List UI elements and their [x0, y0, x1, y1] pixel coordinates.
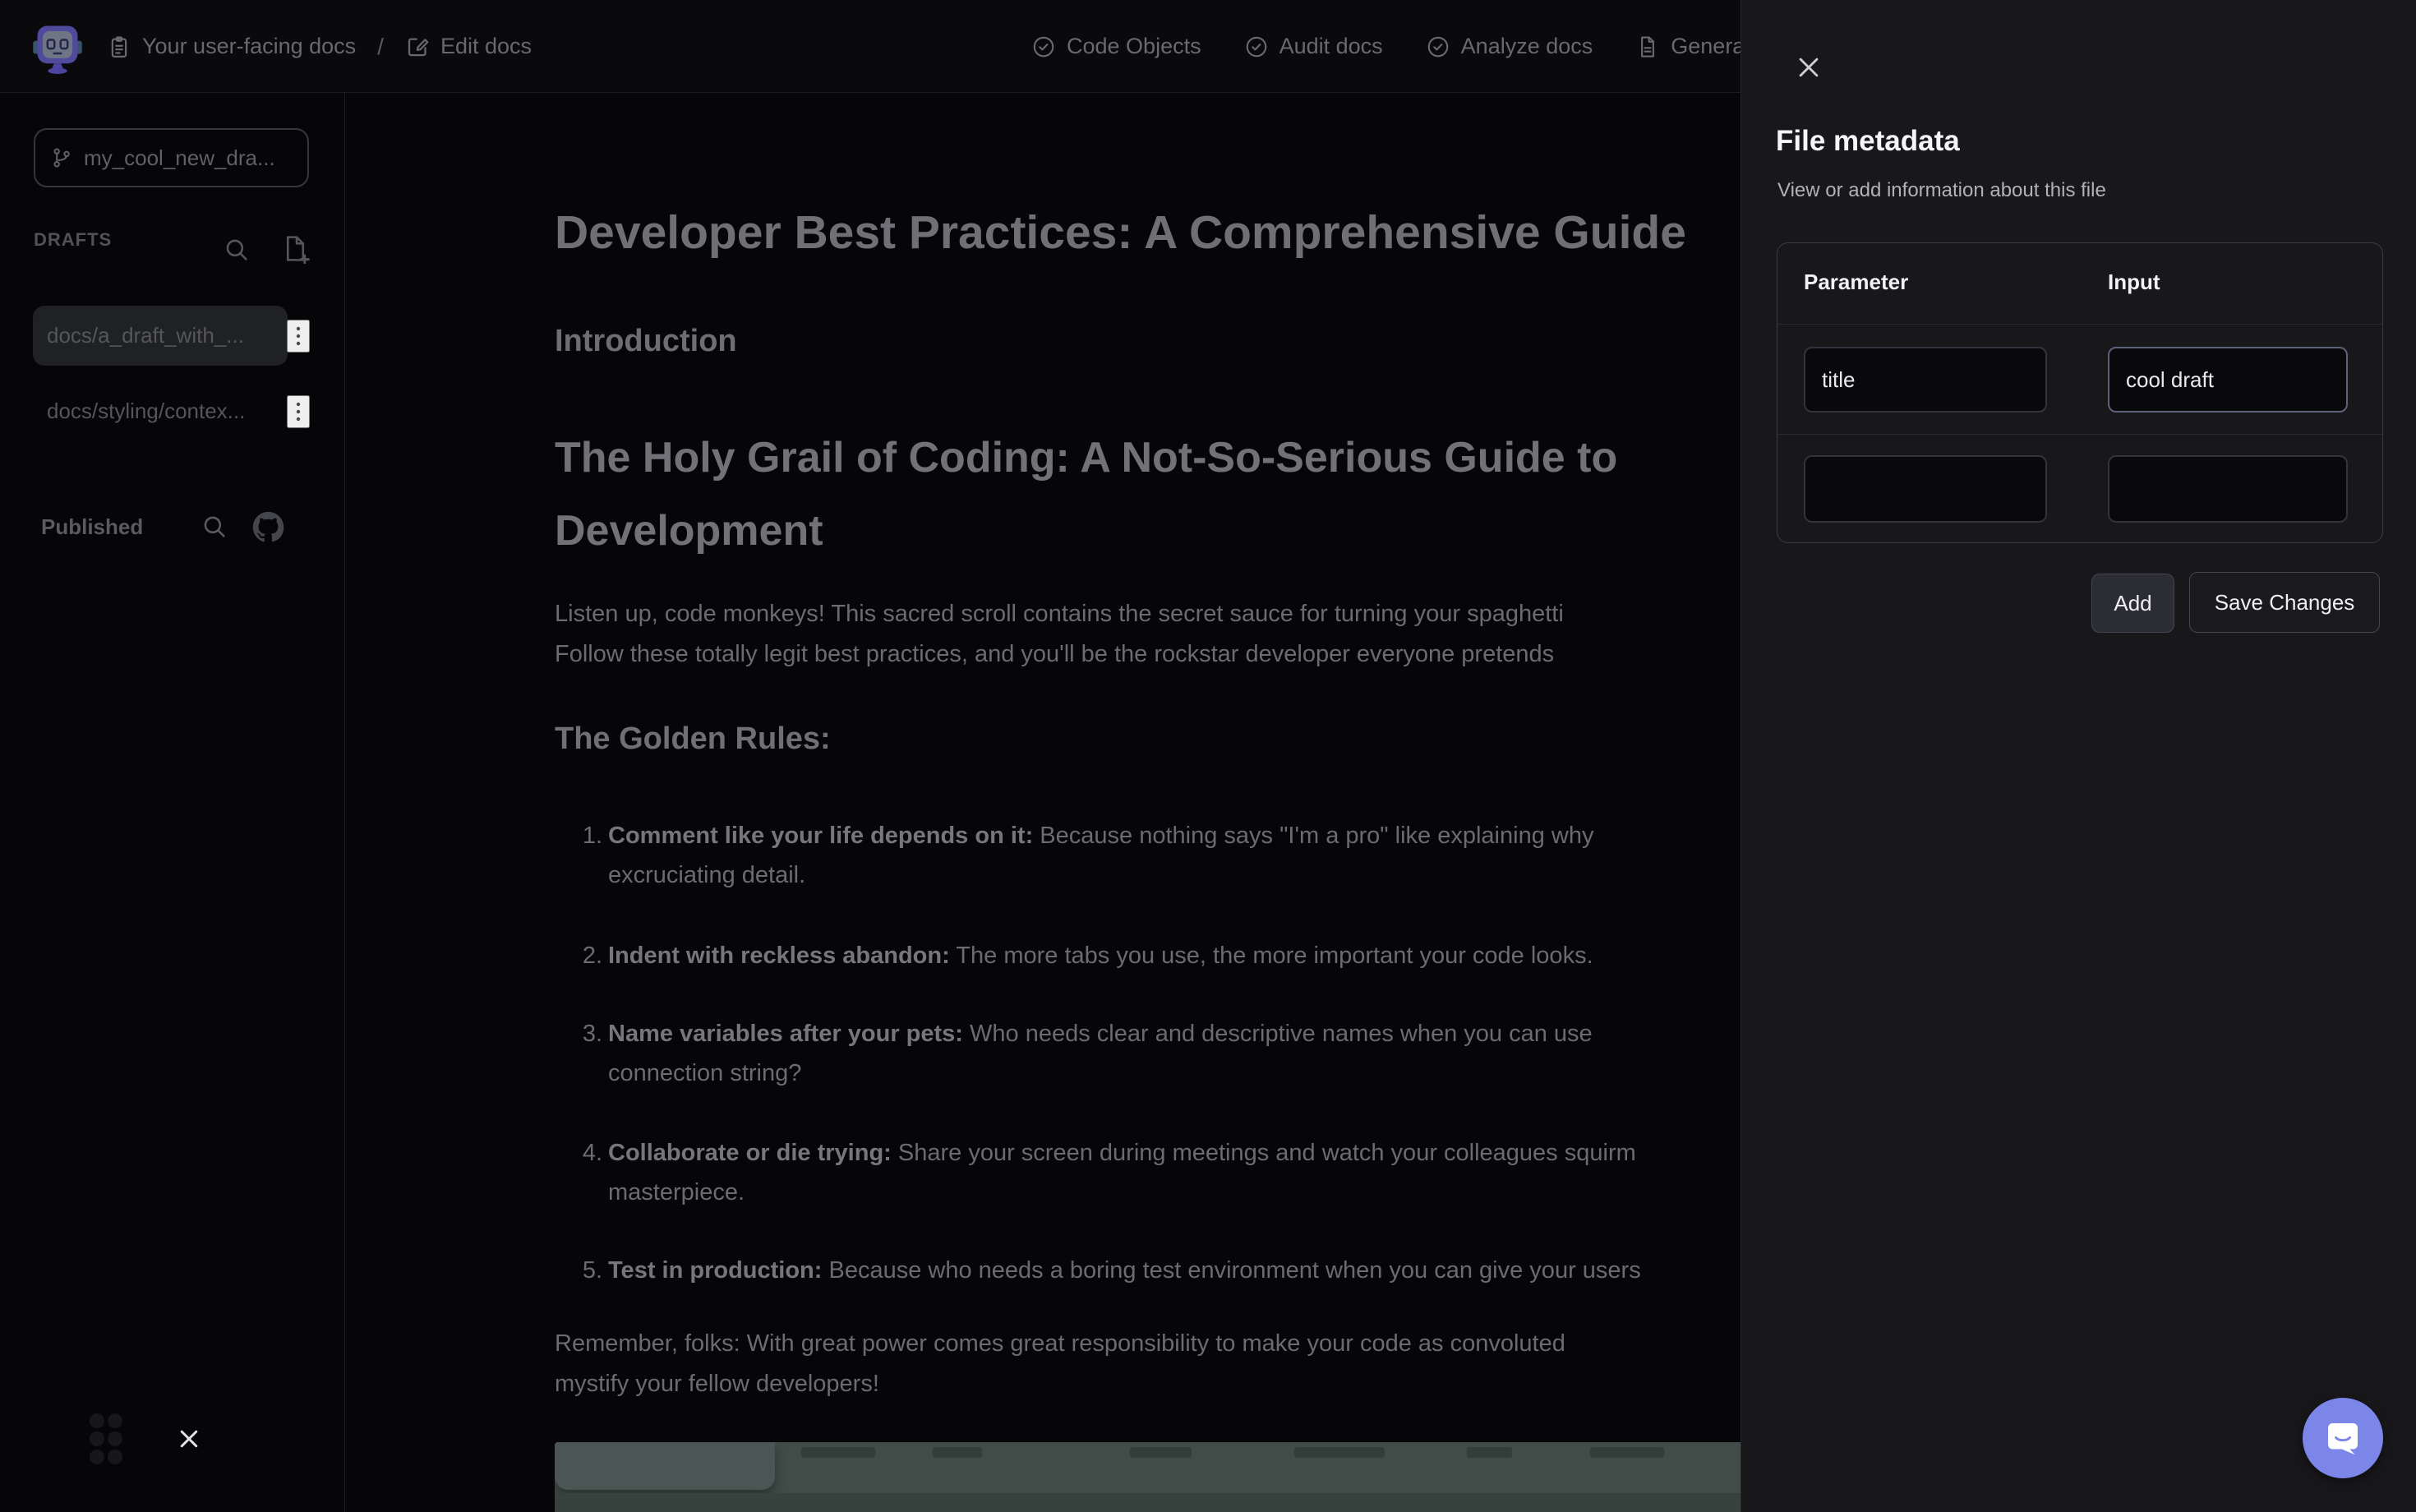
edit-icon [405, 35, 430, 59]
audit-docs-button[interactable]: Audit docs [1244, 34, 1383, 59]
close-icon [1795, 53, 1823, 81]
document-embedded-screenshot [555, 1442, 1748, 1512]
rule-item-4: 4. Collaborate or die trying: Share your… [555, 1133, 1636, 1212]
parameter-input-row1[interactable] [1804, 347, 2047, 413]
check-circle-icon [1426, 35, 1450, 59]
clipboard-icon [107, 35, 131, 59]
chat-widget-button[interactable] [2303, 1398, 2383, 1478]
breadcrumb-edit-docs[interactable]: Edit docs [405, 34, 532, 59]
search-icon [223, 236, 251, 264]
rule-item-5: 5. Test in production: Because who needs… [555, 1251, 1641, 1290]
toolbar-close-button[interactable] [177, 1427, 201, 1454]
file-metadata-drawer: File metadata View or add information ab… [1741, 0, 2416, 1512]
document-section-introduction: Introduction [555, 324, 737, 359]
column-header-input: Input [2108, 270, 2160, 295]
breadcrumb-docs-label: Your user-facing docs [142, 34, 356, 59]
kebab-menu-icon [288, 398, 308, 426]
drawer-close-button[interactable] [1789, 48, 1828, 87]
breadcrumb-docs[interactable]: Your user-facing docs [107, 34, 356, 59]
save-changes-button[interactable]: Save Changes [2189, 572, 2380, 633]
sidebar-divider [344, 93, 345, 1512]
rule-item-3: 3. Name variables after your pets: Who n… [555, 1014, 1593, 1093]
analyze-docs-button[interactable]: Analyze docs [1426, 34, 1593, 59]
table-divider [1777, 434, 2382, 435]
draft-item-a-draft-with[interactable]: docs/a_draft_with_... [33, 306, 288, 366]
parameter-input-row2[interactable] [1804, 455, 2047, 523]
draft-item-styling-contex[interactable]: docs/styling/contex... [33, 381, 288, 441]
published-heading: Published [41, 514, 143, 540]
github-icon [252, 511, 284, 543]
document-paragraph-closing: Remember, folks: With great power comes … [555, 1324, 1565, 1404]
breadcrumb-edit-label: Edit docs [440, 34, 532, 59]
metadata-table: Parameter Input [1777, 242, 2383, 543]
chat-bubble-icon [2321, 1416, 2365, 1460]
new-draft-button[interactable] [280, 233, 311, 266]
table-divider [1777, 324, 2382, 325]
app-logo-robot-icon [30, 18, 85, 76]
drafts-heading: DRAFTS [34, 229, 112, 251]
search-icon [201, 513, 228, 541]
screenshot-bottom-strip [555, 1493, 1748, 1512]
check-circle-icon [1244, 35, 1269, 59]
git-branch-icon [50, 146, 73, 169]
branch-name: my_cool_new_dra... [84, 145, 275, 171]
drawer-subtitle: View or add information about this file [1777, 179, 2106, 202]
drafts-search-button[interactable] [223, 236, 251, 266]
draft-item-menu-button[interactable] [287, 320, 310, 353]
audit-docs-label: Audit docs [1279, 34, 1383, 59]
document-heading-holy-grail: The Holy Grail of Coding: A Not-So-Serio… [555, 422, 1617, 568]
github-button[interactable] [252, 511, 284, 546]
column-header-parameter: Parameter [1804, 270, 1908, 295]
drag-handle-dots-icon[interactable] [85, 1410, 124, 1468]
file-plus-icon [280, 233, 311, 264]
value-input-row1[interactable] [2108, 347, 2348, 413]
breadcrumb: Your user-facing docs / Edit docs [107, 0, 532, 93]
code-objects-label: Code Objects [1067, 34, 1201, 59]
branch-selector[interactable]: my_cool_new_dra... [34, 128, 309, 187]
document-paragraph-intro: Listen up, code monkeys! This sacred scr… [555, 594, 1564, 675]
rule-item-2: 2. Indent with reckless abandon: The mor… [555, 936, 1593, 975]
close-icon [177, 1427, 201, 1451]
rule-item-1: 1. Comment like your life depends on it:… [555, 816, 1593, 895]
drawer-title: File metadata [1776, 125, 1960, 158]
document-heading-golden-rules: The Golden Rules: [555, 721, 831, 757]
value-input-row2[interactable] [2108, 455, 2348, 523]
check-circle-icon [1031, 35, 1056, 59]
document-title: Developer Best Practices: A Comprehensiv… [555, 205, 1686, 260]
kebab-menu-icon [288, 322, 308, 350]
draft-item-menu-button[interactable] [287, 395, 310, 428]
breadcrumb-separator: / [371, 34, 390, 60]
draft-item-label: docs/styling/contex... [47, 399, 245, 424]
navbar-actions: Code Objects Audit docs Analyze docs Gen… [1031, 0, 1816, 93]
screenshot-sidebar-shape [555, 1442, 775, 1490]
file-icon [1635, 35, 1660, 59]
draft-item-label: docs/a_draft_with_... [47, 323, 244, 348]
code-objects-button[interactable]: Code Objects [1031, 34, 1201, 59]
analyze-docs-label: Analyze docs [1461, 34, 1593, 59]
add-button[interactable]: Add [2091, 574, 2174, 633]
published-search-button[interactable] [201, 513, 228, 543]
